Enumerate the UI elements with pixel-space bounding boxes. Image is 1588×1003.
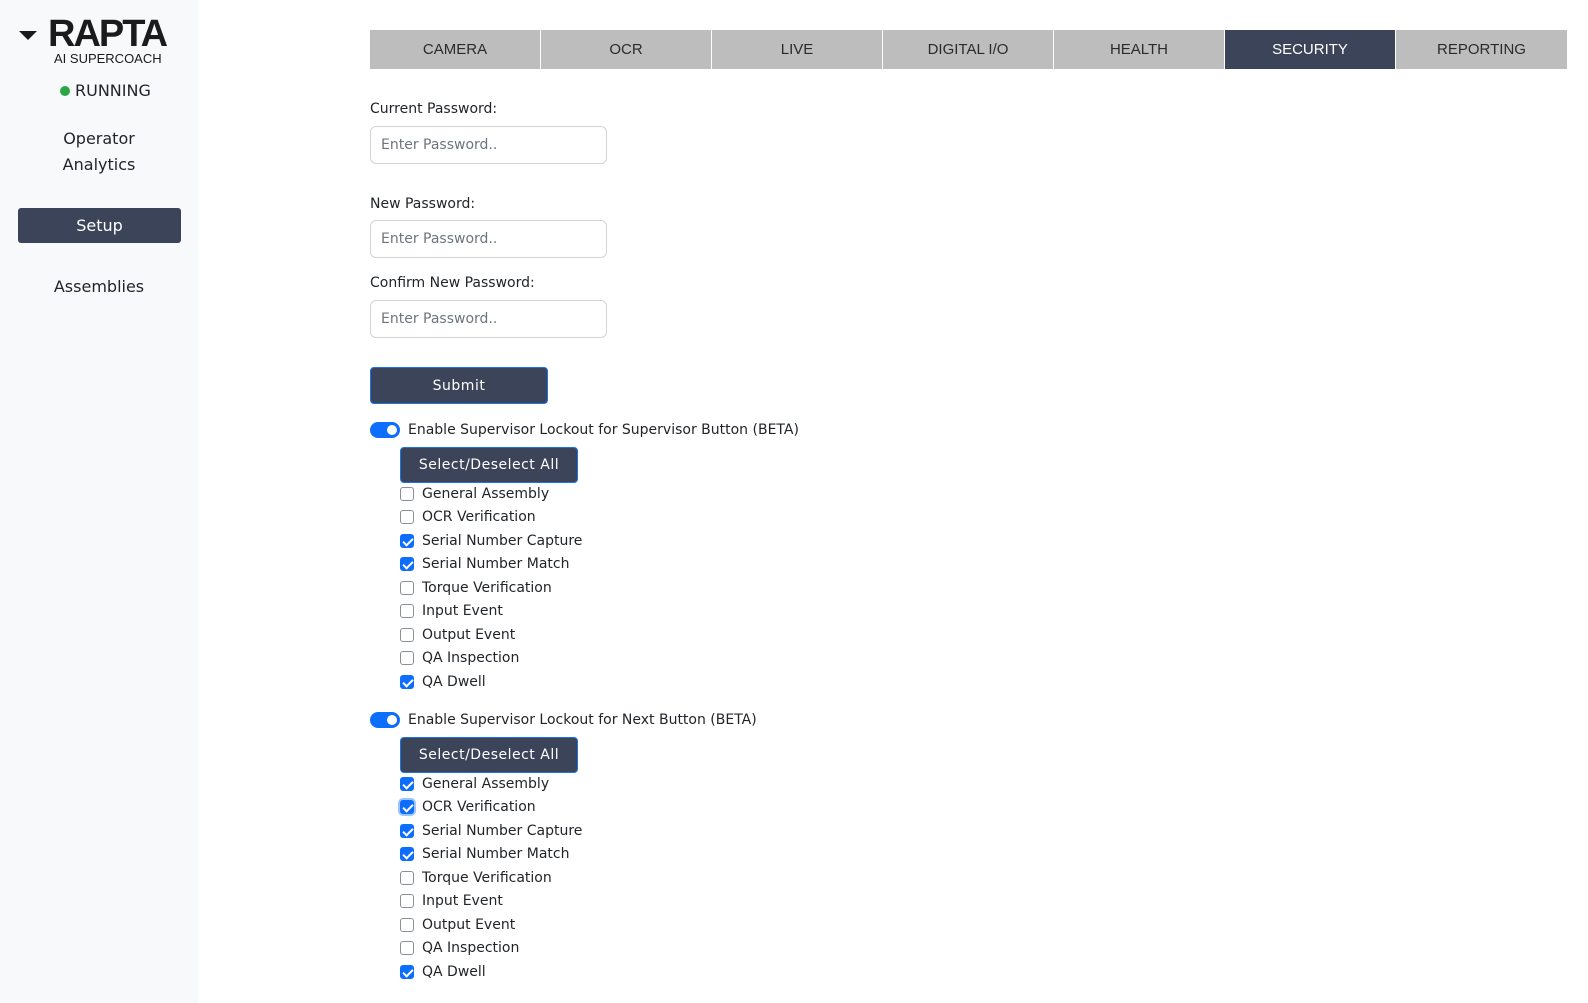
submit-button[interactable]: Submit [370,367,548,404]
checkbox[interactable] [400,604,414,619]
checkbox[interactable] [400,964,414,979]
tab-reporting[interactable]: REPORTING [1396,30,1567,69]
supervisor-select-all-button[interactable]: Select/Deselect All [400,447,578,483]
status-text: RUNNING [75,81,151,100]
new-password-label: New Password: [370,196,476,212]
checkbox[interactable] [400,486,414,501]
brand-subtitle: AI SUPERCOACH [54,51,162,66]
supervisor-lockout-label: Enable Supervisor Lockout for Supervisor… [408,422,799,438]
tab-camera[interactable]: CAMERA [370,30,541,69]
checkbox-label: Serial Number Match [422,846,570,863]
list-item: General Assembly [400,772,582,796]
tab-live[interactable]: LIVE [712,30,883,69]
list-item: Serial Number Capture [400,529,582,553]
confirm-password-label: Confirm New Password: [370,275,535,291]
next-lockout-row: Enable Supervisor Lockout for Next Butto… [370,710,757,730]
tab-health[interactable]: HEALTH [1054,30,1225,69]
checkbox-label: Input Event [422,603,503,620]
list-item: Serial Number Match [400,553,582,577]
tab-ocr[interactable]: OCR [541,30,712,69]
checkbox-label: Serial Number Match [422,556,570,573]
list-item: General Assembly [400,482,582,506]
nav-operator-analytics[interactable]: Operator Analytics [0,126,198,178]
checkbox-label: Torque Verification [422,579,552,596]
checkbox[interactable] [400,533,414,548]
checkbox-label: Output Event [422,626,516,643]
checkbox-label: General Assembly [422,775,550,792]
nav-operator-analytics-line2: Analytics [62,155,136,174]
checkbox-label: Serial Number Capture [422,532,583,549]
next-lockout-label: Enable Supervisor Lockout for Next Butto… [408,712,757,728]
list-item: Torque Verification [400,576,582,600]
nav-operator-analytics-line1: Operator [63,129,135,148]
checkbox[interactable] [400,674,414,689]
checkbox[interactable] [400,894,414,909]
list-item: QA Dwell [400,960,582,984]
nav-assemblies[interactable]: Assemblies [0,274,198,300]
checkbox-label: Output Event [422,916,516,933]
confirm-password-input[interactable] [370,300,607,338]
checkbox[interactable] [400,651,414,666]
list-item: Serial Number Capture [400,819,582,843]
list-item: QA Inspection [400,937,582,961]
tab-security[interactable]: SECURITY [1225,30,1396,69]
checkbox-label: Serial Number Capture [422,822,583,839]
current-password-label: Current Password: [370,101,498,117]
checkbox[interactable] [400,627,414,642]
checkbox[interactable] [400,870,414,885]
checkbox-label: QA Inspection [422,940,520,957]
supervisor-lockout-row: Enable Supervisor Lockout for Supervisor… [370,420,799,440]
list-item: Input Event [400,600,582,624]
next-select-all-button[interactable]: Select/Deselect All [400,737,578,773]
list-item: Input Event [400,890,582,914]
brand-dropdown-caret-icon[interactable] [19,31,37,40]
checkbox[interactable] [400,823,414,838]
list-item: Torque Verification [400,866,582,890]
list-item: Output Event [400,913,582,937]
checkbox-label: QA Dwell [422,963,486,980]
checkbox-label: OCR Verification [422,509,536,526]
checkbox[interactable] [400,776,414,791]
checkbox-label: OCR Verification [422,799,536,816]
checkbox[interactable] [400,557,414,572]
list-item: Serial Number Match [400,843,582,867]
tab-digital-io[interactable]: DIGITAL I/O [883,30,1054,69]
checkbox[interactable] [400,941,414,956]
checkbox[interactable] [400,510,414,525]
nav-setup-button[interactable]: Setup [18,208,181,243]
list-item: QA Inspection [400,647,582,671]
checkbox[interactable] [400,917,414,932]
settings-tabs: CAMERA OCR LIVE DIGITAL I/O HEALTH SECUR… [370,30,1568,69]
list-item: QA Dwell [400,670,582,694]
checkbox-label: Input Event [422,893,503,910]
next-lockout-toggle[interactable] [370,712,400,728]
checkbox-label: Torque Verification [422,869,552,886]
checkbox[interactable] [400,580,414,595]
checkbox[interactable] [400,847,414,862]
list-item: OCR Verification [400,506,582,530]
checkbox-label: General Assembly [422,485,550,502]
new-password-input[interactable] [370,220,607,258]
status-indicator: RUNNING [60,81,151,101]
next-lockout-checklist: General Assembly OCR Verification Serial… [400,772,582,984]
list-item: Output Event [400,623,582,647]
supervisor-lockout-toggle[interactable] [370,422,400,438]
list-item: OCR Verification [400,796,582,820]
checkbox-label: QA Dwell [422,673,486,690]
sidebar: RAPTA AI SUPERCOACH RUNNING Operator Ana… [0,0,198,1003]
status-dot-icon [60,86,70,96]
supervisor-lockout-checklist: General Assembly OCR Verification Serial… [400,482,582,694]
checkbox-label: QA Inspection [422,650,520,667]
checkbox[interactable] [400,800,414,815]
current-password-input[interactable] [370,126,607,164]
brand-logo: RAPTA [48,13,168,55]
